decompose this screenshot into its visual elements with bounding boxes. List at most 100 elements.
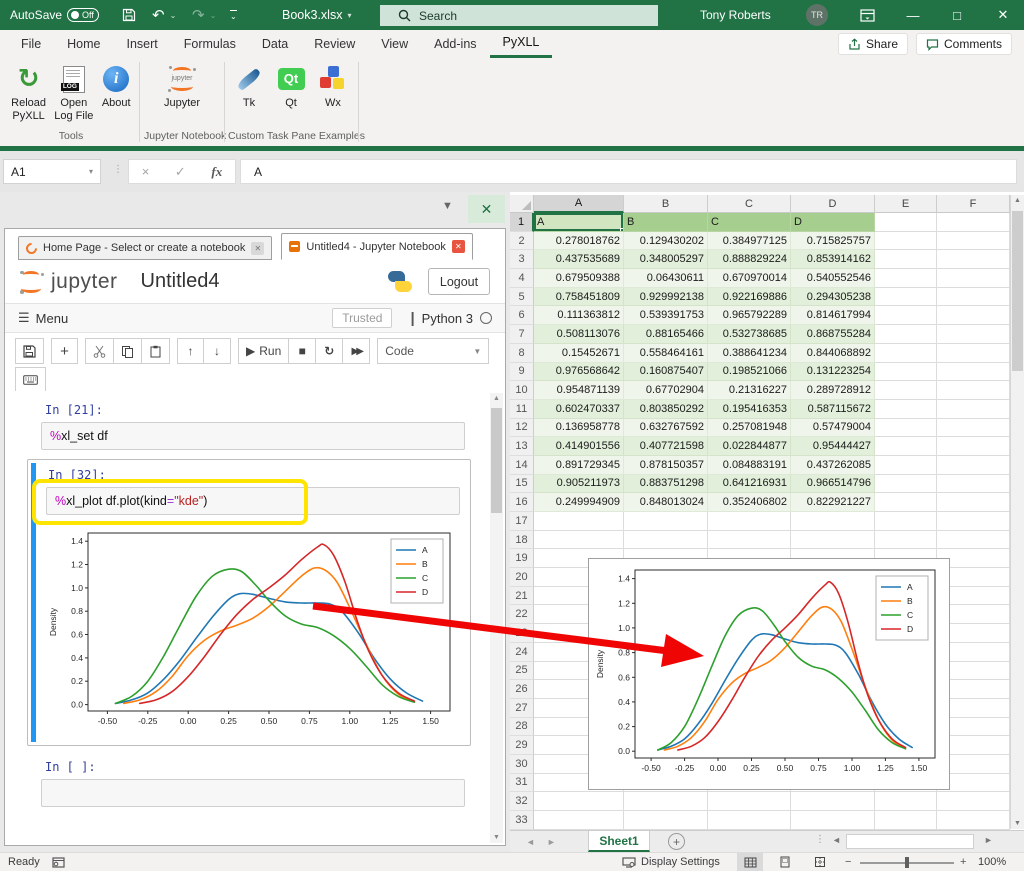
cell-D9[interactable]: 0.131223254 (791, 363, 875, 382)
cell-C14[interactable]: 0.084883191 (708, 456, 791, 475)
add-cell-button[interactable]: + (51, 338, 78, 364)
sheet-tab-sheet1[interactable]: Sheet1 (588, 831, 650, 852)
cell-F9[interactable] (937, 363, 1010, 382)
cell-B12[interactable]: 0.632767592 (624, 419, 708, 438)
cell-A3[interactable]: 0.437535689 (534, 250, 624, 269)
notebook-title[interactable]: Untitled4 (141, 270, 220, 293)
cell-C18[interactable] (708, 531, 791, 550)
cell-type-dropdown[interactable]: Code▼ (377, 338, 489, 364)
add-sheet-button[interactable]: + (668, 833, 685, 850)
trusted-button[interactable]: Trusted (332, 308, 392, 328)
cell-B3[interactable]: 0.348005297 (624, 250, 708, 269)
menu-label[interactable]: Menu (36, 311, 69, 326)
cell-F18[interactable] (937, 531, 1010, 550)
cell-A33[interactable] (534, 811, 624, 830)
row-header-24[interactable]: 24 (510, 643, 534, 662)
row-header-6[interactable]: 6 (510, 306, 534, 325)
cell-B18[interactable] (624, 531, 708, 550)
cell-E14[interactable] (875, 456, 937, 475)
cell-F8[interactable] (937, 344, 1010, 363)
save-notebook-button[interactable] (15, 338, 44, 364)
cell-D10[interactable]: 0.289728912 (791, 381, 875, 400)
cell-D3[interactable]: 0.853914162 (791, 250, 875, 269)
row-header-18[interactable]: 18 (510, 531, 534, 550)
cell-F12[interactable] (937, 419, 1010, 438)
scroll-up-icon[interactable]: ▲ (1011, 197, 1024, 204)
display-settings-button[interactable]: Display Settings (622, 853, 720, 871)
cell-D33[interactable] (791, 811, 875, 830)
cell-F17[interactable] (937, 512, 1010, 531)
row-header-31[interactable]: 31 (510, 774, 534, 793)
cell-D12[interactable]: 0.57479004 (791, 419, 875, 438)
row-header-3[interactable]: 3 (510, 250, 534, 269)
cell-E16[interactable] (875, 493, 937, 512)
confirm-entry-icon[interactable]: ✓ (175, 164, 186, 180)
ribbon-tab-review[interactable]: Review (301, 30, 368, 58)
row-header-26[interactable]: 26 (510, 680, 534, 699)
column-header-d[interactable]: D (791, 195, 875, 213)
horizontal-scrollbar[interactable] (846, 834, 974, 849)
row-header-16[interactable]: 16 (510, 493, 534, 512)
cell-A9[interactable]: 0.976568642 (534, 363, 624, 382)
hscroll-right-icon[interactable]: ► (984, 835, 993, 845)
move-cell-down-button[interactable]: ↓ (204, 338, 231, 364)
cell-F11[interactable] (937, 400, 1010, 419)
column-header-e[interactable]: E (875, 195, 937, 213)
run-cell-button[interactable]: ▶ Run (238, 338, 289, 364)
cell-B9[interactable]: 0.160875407 (624, 363, 708, 382)
notebook-scrollbar[interactable]: ▲ ▼ (490, 393, 503, 843)
row-header-10[interactable]: 10 (510, 381, 534, 400)
cell-D13[interactable]: 0.95444427 (791, 437, 875, 456)
logout-button[interactable]: Logout (428, 268, 490, 295)
ribbon-tab-formulas[interactable]: Formulas (171, 30, 249, 58)
cell-F6[interactable] (937, 306, 1010, 325)
cell-D17[interactable] (791, 512, 875, 531)
cell-C2[interactable]: 0.384977125 (708, 232, 791, 251)
cell-C6[interactable]: 0.965792289 (708, 306, 791, 325)
cell-B17[interactable] (624, 512, 708, 531)
cell-D8[interactable]: 0.844068892 (791, 344, 875, 363)
row-header-23[interactable]: 23 (510, 624, 534, 643)
zoom-out-button[interactable]: − (845, 853, 851, 871)
cell-D7[interactable]: 0.868755284 (791, 325, 875, 344)
cell-A4[interactable]: 0.679509388 (534, 269, 624, 288)
row-header-30[interactable]: 30 (510, 755, 534, 774)
page-layout-view-button[interactable] (772, 853, 798, 871)
page-break-view-button[interactable] (807, 853, 833, 871)
cell-A10[interactable]: 0.954871139 (534, 381, 624, 400)
column-header-b[interactable]: B (624, 195, 708, 213)
row-header-21[interactable]: 21 (510, 587, 534, 606)
scroll-up-icon[interactable]: ▲ (490, 395, 503, 402)
cell-C7[interactable]: 0.532738685 (708, 325, 791, 344)
avatar[interactable]: TR (806, 4, 828, 26)
cell-B14[interactable]: 0.878150357 (624, 456, 708, 475)
cell-D16[interactable]: 0.822921227 (791, 493, 875, 512)
cell-D5[interactable]: 0.294305238 (791, 288, 875, 307)
cell-D1[interactable]: D (791, 213, 875, 232)
cell-B6[interactable]: 0.539391753 (624, 306, 708, 325)
row-header-8[interactable]: 8 (510, 344, 534, 363)
cell-F10[interactable] (937, 381, 1010, 400)
scrollbar-thumb[interactable] (491, 408, 502, 513)
undo-caret-icon[interactable]: ⌄ (170, 11, 177, 20)
cell-C5[interactable]: 0.922169886 (708, 288, 791, 307)
cell-C17[interactable] (708, 512, 791, 531)
name-box[interactable]: A1▾ (3, 159, 101, 184)
empty-code-cell-input[interactable] (41, 779, 465, 807)
cell-E17[interactable] (875, 512, 937, 531)
cell-E12[interactable] (875, 419, 937, 438)
copy-cell-button[interactable] (114, 338, 142, 364)
cell-D32[interactable] (791, 792, 875, 811)
cell-C4[interactable]: 0.670970014 (708, 269, 791, 288)
tab-untitled4[interactable]: Untitled4 - Jupyter Notebook ✕ (281, 233, 472, 260)
cell-E6[interactable] (875, 306, 937, 325)
cell-C16[interactable]: 0.352406802 (708, 493, 791, 512)
cell-F3[interactable] (937, 250, 1010, 269)
cell-E4[interactable] (875, 269, 937, 288)
cell-F4[interactable] (937, 269, 1010, 288)
cell-F2[interactable] (937, 232, 1010, 251)
cell-A12[interactable]: 0.136958778 (534, 419, 624, 438)
cell-B1[interactable]: B (624, 213, 708, 232)
row-header-32[interactable]: 32 (510, 792, 534, 811)
cell-B32[interactable] (624, 792, 708, 811)
